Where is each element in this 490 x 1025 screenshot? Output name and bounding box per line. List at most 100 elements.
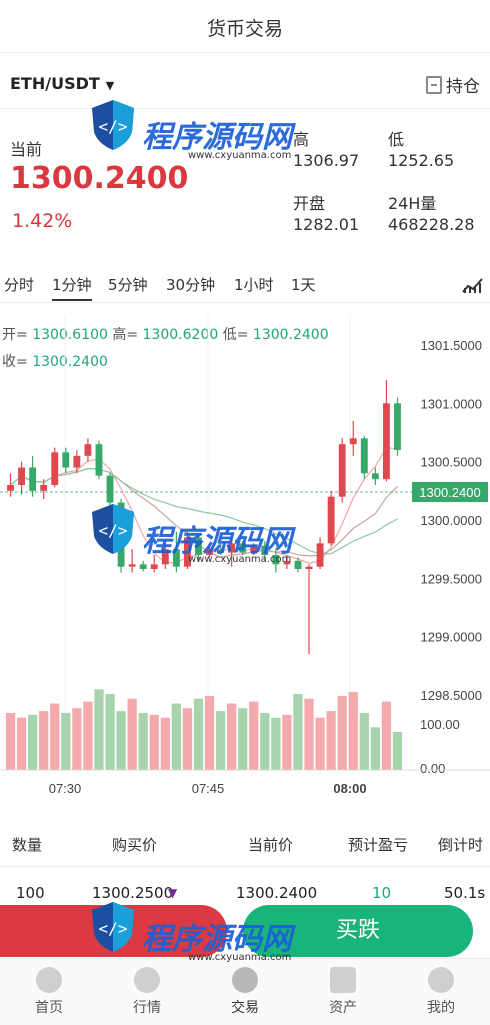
volume-bar [271, 717, 281, 770]
app-header: 货币交易 [0, 0, 490, 53]
candle-body [338, 444, 346, 497]
y-tick-label: 1300.5000 [421, 455, 482, 470]
trade-table-header: 数量 购买价 当前价 预计盈亏 倒计时 [0, 826, 490, 866]
volume-bar [16, 717, 27, 770]
candle-body [316, 543, 324, 567]
x-tick-label: 07:45 [192, 781, 225, 796]
candle-body [360, 438, 368, 474]
price-label: 当前 [10, 140, 43, 159]
candle-body [327, 496, 335, 544]
timeframe-tabs: 分时 1分钟 5分钟 30分钟 1小时 1天 [0, 268, 490, 303]
table-row[interactable]: 100 1300.2500 ▼ 1300.2400 10 50.1s [0, 876, 490, 908]
volume-bar [171, 703, 182, 770]
volume-bar [204, 695, 215, 770]
volume-bar [116, 711, 126, 770]
candle-body [305, 566, 313, 569]
nav-market[interactable]: 行情 [98, 959, 196, 1025]
volume-bar [326, 711, 336, 770]
volume-bar [94, 689, 104, 770]
nav-trade-label: 交易 [231, 1000, 259, 1016]
watermark-url: www.cxyuanma.com [188, 554, 292, 565]
shield-logo-icon: </> [92, 504, 134, 554]
volume-bar [215, 711, 226, 770]
wallet-icon [330, 967, 356, 993]
pair-symbol: ETH/USDT [10, 74, 100, 93]
candle-body [128, 564, 136, 567]
current-price-tag-label: 1300.2400 [419, 485, 480, 500]
tab-5min[interactable]: 5分钟 [108, 274, 148, 295]
volume-bar [50, 703, 60, 770]
y-tick-label: 1299.0000 [421, 630, 482, 645]
y-tick-label: 1301.5000 [421, 338, 482, 353]
volume-bar [27, 714, 38, 770]
document-icon [426, 75, 442, 94]
tab-1day[interactable]: 1天 [291, 274, 316, 295]
row-expected-pnl: 10 [372, 884, 392, 902]
tab-1min[interactable]: 1分钟 [52, 274, 92, 301]
volume-bar [381, 701, 392, 770]
candle-body [7, 485, 14, 491]
low-label: 低 [388, 130, 405, 149]
svg-text:</>: </> [99, 117, 128, 136]
nav-trade[interactable]: 交易 [196, 959, 294, 1025]
volume-bar [61, 713, 71, 770]
bottom-tabbar: 首页 行情 交易 资产 我的 [0, 958, 490, 1025]
user-icon [428, 967, 454, 993]
nav-home-label: 首页 [35, 1000, 63, 1016]
low-value: 1252.65 [388, 151, 455, 170]
high-value: 1306.97 [293, 151, 360, 170]
divider [0, 866, 490, 867]
price-change: 1.42% [12, 210, 73, 232]
tab-1hour[interactable]: 1小时 [234, 274, 274, 295]
col-expected-pnl: 预计盈亏 [348, 836, 409, 854]
hold-button[interactable]: 持仓 [426, 72, 480, 97]
y-tick-label: 1300.0000 [421, 513, 482, 528]
svg-text:</>: </> [99, 919, 128, 938]
watermark-url: www.cxyuanma.com [188, 150, 292, 161]
volume-bar [39, 711, 49, 770]
x-tick-label: 08:00 [333, 781, 366, 796]
candle-body [371, 473, 379, 480]
volume-tick-label: 0.00 [420, 761, 445, 776]
row-quantity: 100 [16, 884, 45, 902]
volume-bar [337, 695, 347, 770]
svg-text:</>: </> [99, 521, 128, 540]
volume-bar [238, 708, 248, 770]
col-buy-price: 购买价 [112, 836, 158, 854]
y-tick-label: 1298.5000 [421, 688, 482, 703]
nav-home[interactable]: 首页 [0, 959, 98, 1025]
volume-tick-label: 100.00 [420, 717, 460, 732]
volume-value: 468228.28 [388, 215, 475, 234]
indicator-icon[interactable] [462, 276, 484, 294]
pair-bar: ETH/USDT ▼ 持仓 [0, 60, 490, 109]
candle-body [62, 452, 70, 468]
high-label: 高 [293, 130, 310, 149]
volume-bar [193, 698, 204, 770]
volume-bar [127, 698, 137, 770]
tab-fenshi[interactable]: 分时 [4, 274, 34, 295]
nav-market-label: 行情 [133, 1000, 161, 1016]
nav-assets[interactable]: 资产 [294, 959, 392, 1025]
caret-down-icon: ▼ [105, 79, 115, 92]
candle-body [150, 564, 158, 569]
volume-bar [315, 717, 325, 770]
volume-bar [149, 714, 159, 770]
candle-body [139, 564, 147, 569]
pair-selector[interactable]: ETH/USDT ▼ [10, 74, 114, 93]
volume-bar [293, 694, 303, 770]
row-current-price: 1300.2400 [236, 884, 318, 902]
volume-bar [370, 727, 381, 770]
candle-body [40, 485, 48, 491]
col-countdown: 倒计时 [438, 836, 484, 854]
arrow-down-icon: ▼ [168, 886, 178, 900]
home-icon [36, 967, 62, 993]
col-current-price: 当前价 [248, 836, 294, 854]
candle-body [294, 560, 302, 569]
nav-assets-label: 资产 [329, 1000, 357, 1016]
shield-logo-icon: </> [92, 902, 134, 952]
volume-bar [348, 692, 358, 770]
tab-30min[interactable]: 30分钟 [166, 274, 215, 295]
nav-profile[interactable]: 我的 [392, 959, 490, 1025]
volume-label: 24H量 [388, 194, 437, 213]
candle-body [95, 444, 103, 476]
